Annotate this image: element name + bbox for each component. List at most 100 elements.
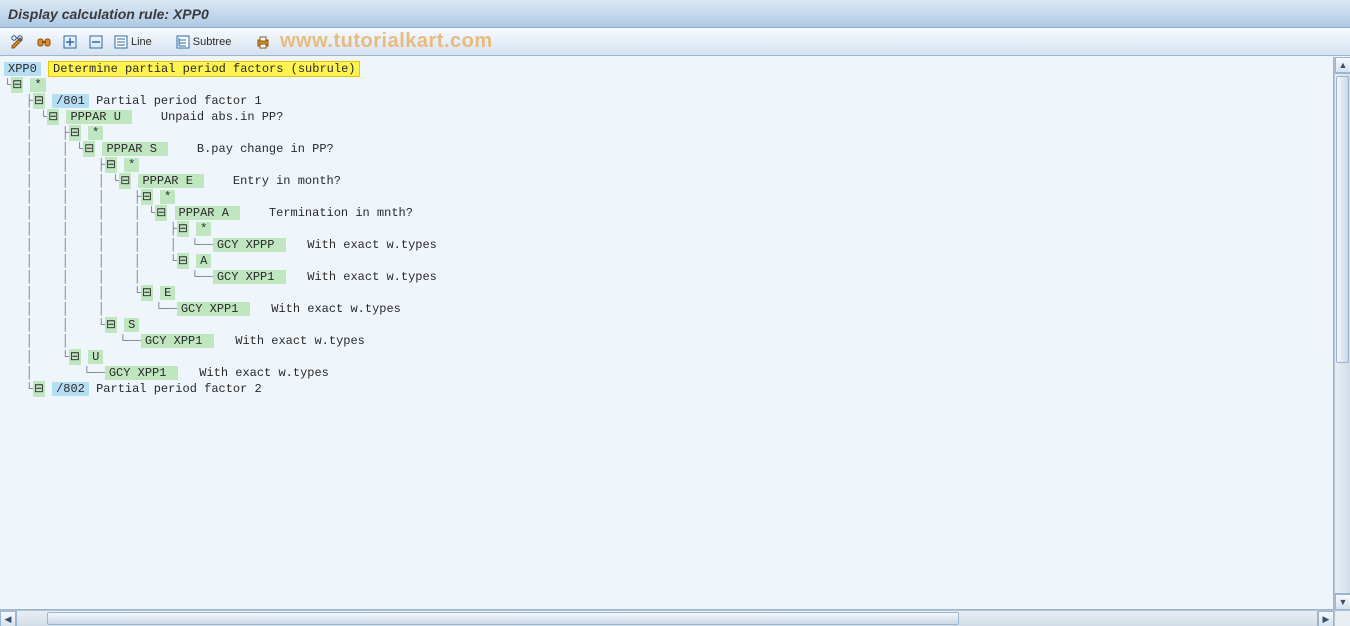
tree-icon [176,35,190,49]
node-code[interactable]: S [124,318,139,332]
tree-area: XPP0 Determine partial period factors (s… [0,57,1334,610]
expand-marker-icon[interactable]: ⊟ [33,93,45,109]
node-code[interactable]: GCY XPP1 [141,334,214,348]
expand-marker-icon[interactable]: ⊟ [177,253,189,269]
tree-row[interactable]: │ │ ├⊟ * [4,157,1333,173]
node-code[interactable]: GCY XPP1 [177,302,250,316]
node-description: With exact w.types [293,238,437,252]
tree-line-prefix: │ │ │ └ [4,286,141,300]
node-code[interactable]: PPPAR E [138,174,204,188]
tree-line-prefix: │ │ └ [4,142,83,156]
scroll-up-button[interactable]: ▲ [1335,57,1350,73]
expand-marker-icon[interactable]: ⊟ [47,109,59,125]
node-code[interactable]: A [196,254,211,268]
subtree-view-button[interactable]: Subtree [172,31,236,53]
other-rule-button[interactable] [32,31,56,53]
expand-marker-icon[interactable]: ⊟ [69,349,81,365]
tree-row[interactable]: │ │ │ │ └──GCY XPP1 With exact w.types [4,269,1333,285]
horizontal-scroll-thumb[interactable] [47,612,959,625]
scrollbar-corner [1334,610,1350,626]
line-view-button[interactable]: Line [110,31,156,53]
collapse-node-button[interactable] [84,31,108,53]
node-code[interactable]: XPP0 [4,62,41,76]
tree-row[interactable]: │ │ │ └⊟ E [4,285,1333,301]
node-code[interactable]: /802 [52,382,89,396]
expand-marker-icon[interactable]: ⊟ [155,205,167,221]
node-code[interactable]: * [30,78,45,92]
tree-row[interactable]: │ └⊟ U [4,349,1333,365]
scroll-left-button[interactable]: ◀ [0,611,16,626]
tree-row[interactable]: └⊟ /802 Partial period factor 2 [4,381,1333,397]
node-code[interactable]: /801 [52,94,89,108]
chevron-down-icon: ▼ [1339,597,1348,607]
expand-marker-icon[interactable]: ⊟ [83,141,95,157]
calculation-rule-tree[interactable]: XPP0 Determine partial period factors (s… [0,57,1333,397]
tree-row[interactable]: │ │ └──GCY XPP1 With exact w.types [4,333,1333,349]
node-description: Partial period factor 1 [96,94,262,108]
node-code[interactable]: * [196,222,211,236]
tree-row[interactable]: │ │ │ │ │ └──GCY XPPP With exact w.types [4,237,1333,253]
horizontal-scroll-track[interactable] [16,611,1318,626]
expand-marker-icon[interactable]: ⊟ [141,285,153,301]
tree-row[interactable]: │ │ │ │ └⊟ PPPAR A Termination in mnth? [4,205,1333,221]
tree-row[interactable]: │ │ └⊟ S [4,317,1333,333]
tree-line-prefix: │ │ │ │ └ [4,206,155,220]
node-code[interactable]: GCY XPP1 [213,270,286,284]
tree-root-row[interactable]: XPP0 Determine partial period factors (s… [4,61,1333,77]
expand-marker-icon[interactable]: ⊟ [177,221,189,237]
expand-icon [62,34,78,50]
scroll-right-button[interactable]: ▶ [1318,611,1334,626]
tree-row[interactable]: │ └⊟ PPPAR U Unpaid abs.in PP? [4,109,1333,125]
tree-row[interactable]: │ └──GCY XPP1 With exact w.types [4,365,1333,381]
node-description: Determine partial period factors (subrul… [48,61,360,77]
tree-line-prefix: │ │ │ └ [4,174,119,188]
node-code[interactable]: PPPAR S [102,142,168,156]
horizontal-scrollbar[interactable]: ◀ ▶ [0,610,1334,626]
vertical-scroll-thumb[interactable] [1336,76,1349,363]
node-description: With exact w.types [257,302,401,316]
binoculars-icon [36,34,52,50]
expand-marker-icon[interactable]: ⊟ [105,157,117,173]
node-code[interactable]: * [124,158,139,172]
node-code[interactable]: * [160,190,175,204]
node-description: With exact w.types [293,270,437,284]
watermark-text: www.tutorialkart.com [280,28,493,55]
tree-row[interactable]: │ │ │ │ └⊟ A [4,253,1333,269]
tree-row[interactable]: │ │ │ └──GCY XPP1 With exact w.types [4,301,1333,317]
node-code[interactable]: PPPAR A [175,206,241,220]
toggle-edit-button[interactable] [6,31,30,53]
expand-marker-icon[interactable]: ⊟ [119,173,131,189]
expand-marker-icon[interactable]: ⊟ [69,125,81,141]
node-code[interactable]: * [88,126,103,140]
expand-node-button[interactable] [58,31,82,53]
tree-line-prefix: ├ [4,94,33,108]
tree-row[interactable]: │ │ │ └⊟ PPPAR E Entry in month? [4,173,1333,189]
vertical-scroll-track[interactable] [1335,73,1350,594]
node-code[interactable]: PPPAR U [66,110,132,124]
tree-row[interactable]: └⊟ * [4,77,1333,93]
pencil-glasses-icon [10,34,26,50]
subtree-view-label: Subtree [193,36,232,48]
tree-row[interactable]: │ │ │ │ ├⊟ * [4,221,1333,237]
chevron-right-icon: ▶ [1323,614,1330,625]
tree-line-prefix: │ ├ [4,126,69,140]
node-code[interactable]: E [160,286,175,300]
tree-row[interactable]: │ │ │ ├⊟ * [4,189,1333,205]
vertical-scrollbar[interactable]: ▲ ▼ [1334,57,1350,610]
tree-line-prefix: │ └ [4,350,69,364]
print-button[interactable] [251,31,275,53]
collapse-icon [88,34,104,50]
expand-marker-icon[interactable]: ⊟ [33,381,45,397]
node-description: Unpaid abs.in PP? [139,110,283,124]
tree-row[interactable]: ├⊟ /801 Partial period factor 1 [4,93,1333,109]
expand-marker-icon[interactable]: ⊟ [105,317,117,333]
tree-row[interactable]: │ ├⊟ * [4,125,1333,141]
expand-marker-icon[interactable]: ⊟ [141,189,153,205]
node-code[interactable]: U [88,350,103,364]
tree-row[interactable]: │ │ └⊟ PPPAR S B.pay change in PP? [4,141,1333,157]
node-code[interactable]: GCY XPPP [213,238,286,252]
expand-marker-icon[interactable]: ⊟ [11,77,23,93]
scroll-down-button[interactable]: ▼ [1335,594,1350,610]
node-code[interactable]: GCY XPP1 [105,366,178,380]
node-description: Termination in mnth? [247,206,413,220]
